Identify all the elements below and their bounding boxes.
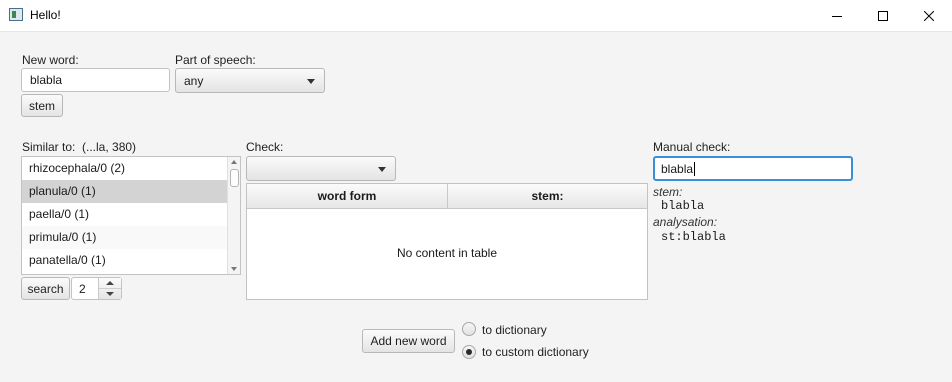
close-icon xyxy=(924,10,934,21)
spinner-divider xyxy=(99,288,121,289)
close-button[interactable] xyxy=(906,0,952,31)
text-caret xyxy=(694,161,696,176)
check-select[interactable] xyxy=(246,156,396,181)
list-item[interactable]: paella/0 (1) xyxy=(22,203,228,226)
check-table[interactable]: word form stem: No content in table xyxy=(246,183,648,300)
list-item-selected[interactable]: planula/0 (1) xyxy=(22,180,228,203)
part-of-speech-label: Part of speech: xyxy=(175,53,256,67)
list-item[interactable]: rhizocephala/0 (2) xyxy=(22,157,228,180)
scroll-up-icon[interactable] xyxy=(231,160,237,164)
analysation-value: st:blabla xyxy=(661,230,726,244)
new-word-value: blabla xyxy=(30,73,63,87)
chevron-down-icon xyxy=(378,166,386,172)
increment-icon[interactable] xyxy=(106,281,114,285)
maximize-button[interactable] xyxy=(860,0,906,31)
scroll-thumb[interactable] xyxy=(230,169,239,187)
stem-button[interactable]: stem xyxy=(21,94,63,117)
stem-value: blabla xyxy=(661,199,705,213)
minimize-button[interactable] xyxy=(814,0,860,31)
chevron-down-icon xyxy=(307,78,315,84)
table-empty-message: No content in table xyxy=(396,246,498,260)
radio-to-dictionary[interactable] xyxy=(462,322,476,336)
scroll-down-icon[interactable] xyxy=(231,267,237,271)
radio-to-custom-dictionary[interactable] xyxy=(462,345,476,359)
part-of-speech-select[interactable]: any xyxy=(175,68,325,93)
maximize-icon xyxy=(878,10,888,21)
manual-check-value: blabla xyxy=(661,161,694,176)
new-word-label: New word: xyxy=(22,53,79,67)
title-bar: Hello! xyxy=(0,0,952,32)
similar-to-text: Similar to: xyxy=(22,140,76,154)
similar-to-info: (...la, 380) xyxy=(82,140,137,154)
app-icon xyxy=(9,8,23,21)
count-value: 2 xyxy=(79,282,86,296)
table-header: word form stem: xyxy=(247,184,647,209)
minimize-icon xyxy=(832,15,842,17)
similar-to-label: Similar to: (...la, 380) xyxy=(22,140,136,154)
spinner-buttons[interactable] xyxy=(98,278,121,299)
analysation-label: analysation: xyxy=(653,215,718,229)
manual-check-input[interactable]: blabla xyxy=(653,156,853,181)
search-button[interactable]: search xyxy=(21,277,70,300)
check-label: Check: xyxy=(246,140,284,154)
radio-label-to-dictionary[interactable]: to dictionary xyxy=(482,323,547,337)
manual-check-label: Manual check: xyxy=(653,140,731,154)
part-of-speech-value: any xyxy=(184,73,204,88)
window-title: Hello! xyxy=(30,8,61,22)
stem-label: stem: xyxy=(653,185,683,199)
count-spinner[interactable]: 2 xyxy=(71,277,122,300)
list-scrollbar[interactable] xyxy=(227,157,240,274)
similar-words-list[interactable]: rhizocephala/0 (2) planula/0 (1) paella/… xyxy=(21,156,241,275)
column-header-word-form[interactable]: word form xyxy=(247,184,448,208)
new-word-input[interactable]: blabla xyxy=(21,68,170,92)
add-new-word-button[interactable]: Add new word xyxy=(362,329,455,353)
list-item[interactable]: primula/0 (1) xyxy=(22,226,228,249)
list-item[interactable]: panatella/0 (1) xyxy=(22,249,228,272)
column-header-stem[interactable]: stem: xyxy=(448,184,647,208)
decrement-icon[interactable] xyxy=(106,292,114,296)
radio-label-to-custom-dictionary[interactable]: to custom dictionary xyxy=(482,345,589,359)
